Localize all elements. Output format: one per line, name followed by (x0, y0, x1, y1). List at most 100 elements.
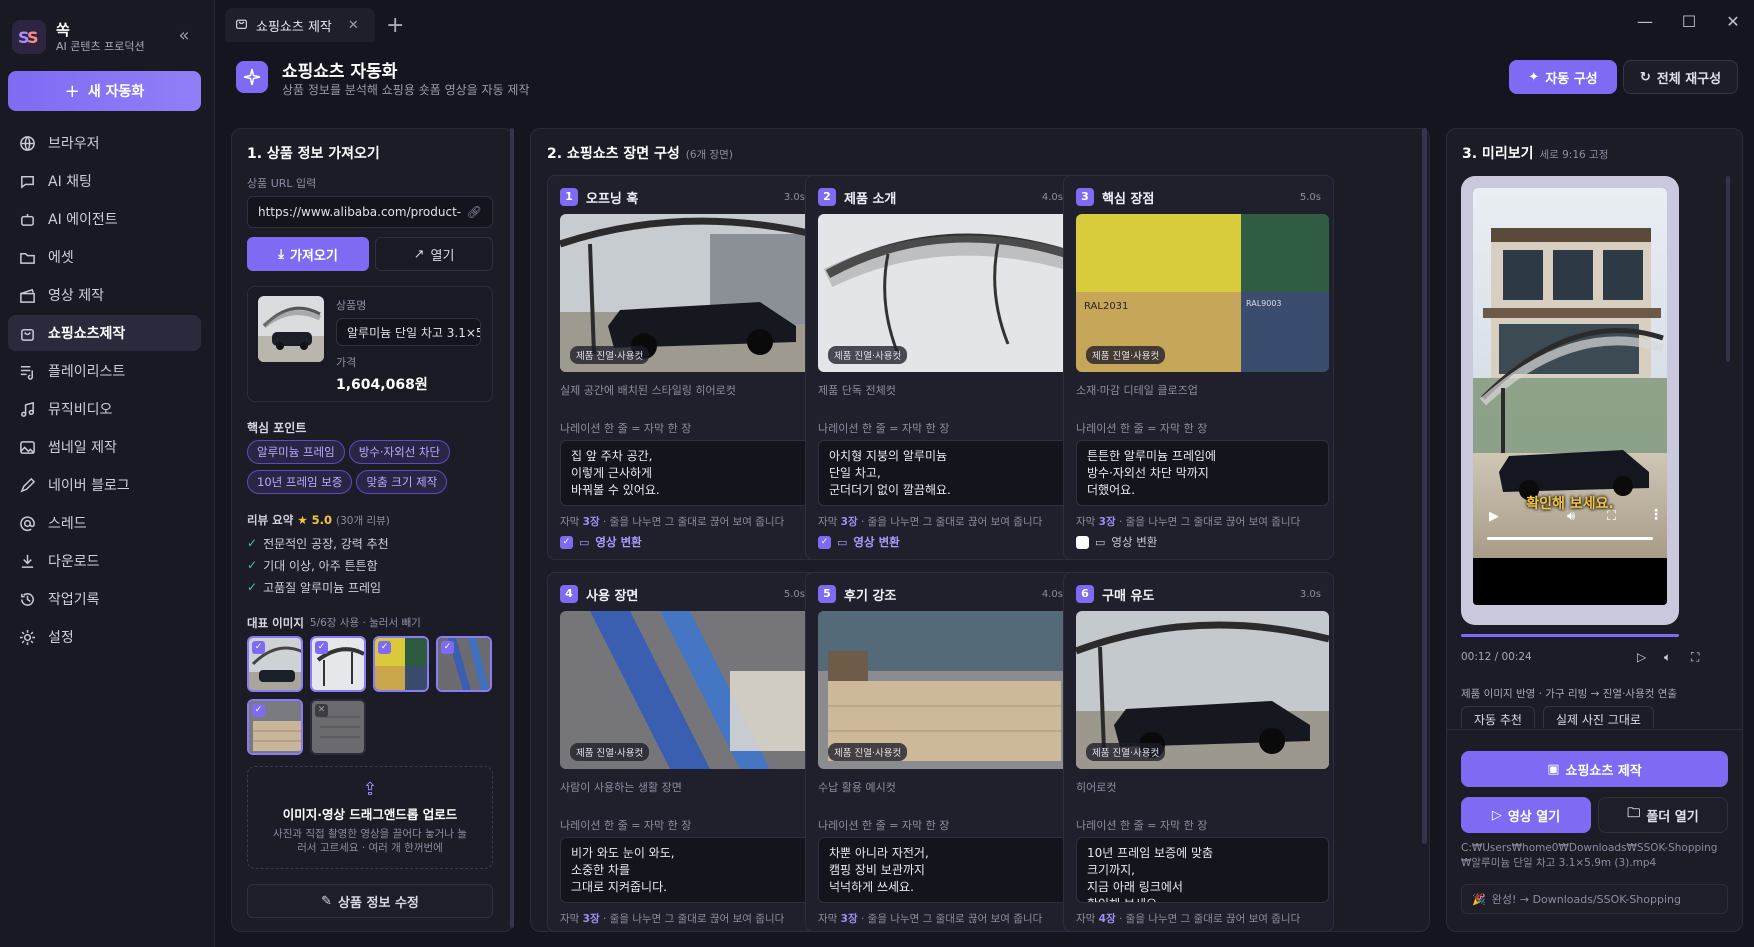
key-point-chip[interactable]: 방수·자외선 차단 (348, 440, 451, 464)
image-thumbnail[interactable]: ✓ (247, 699, 303, 755)
narration-textarea[interactable]: 집 앞 주차 공간, 이렇게 근사하게 바꿔볼 수 있어요. (560, 440, 813, 506)
key-point-chip[interactable]: 알루미늄 프레임 (247, 440, 345, 464)
scene-header: 5 후기 강조 4.0s (818, 585, 1063, 604)
hint-prefix: 자막 (560, 516, 580, 528)
sidebar-item[interactable]: 뮤직비디오 (8, 391, 201, 427)
fullscreen-icon[interactable]: ⛶ (1691, 650, 1699, 665)
render-option-pill[interactable]: 실제 사진 그대로 (1542, 706, 1654, 728)
sidebar-item[interactable]: 브라우저 (8, 125, 201, 161)
tab-shopping-shorts[interactable]: 쇼핑쇼츠 제작 ✕ (225, 8, 375, 42)
maximize-icon[interactable]: ☐ (1678, 12, 1700, 34)
panel3-title: 3. 미리보기 (1462, 146, 1534, 162)
panel3-scrollbar[interactable] (1726, 176, 1730, 362)
narration-textarea[interactable]: 튼튼한 알루미늄 프레임에 방수·자외선 차단 막까지 더했어요. (1076, 440, 1329, 506)
more-icon[interactable]: ⋮ (1649, 507, 1663, 523)
sidebar-item[interactable]: 설정 (8, 619, 201, 655)
refresh-icon: ↻ (1639, 69, 1651, 85)
video-convert-toggle[interactable]: ✓ ▭ 영상 변환 (818, 534, 900, 550)
checkbox-checked-icon[interactable]: ✓ (560, 535, 573, 549)
minimize-icon[interactable]: — (1634, 12, 1656, 34)
playback-progress[interactable] (1461, 634, 1679, 637)
video-convert-toggle[interactable]: ✓ ▭ 영상 변환 (560, 534, 642, 550)
narration-textarea[interactable]: 10년 프레임 보증에 맞춤 크기까지, 지금 아래 링크에서 확인해 보세요. (1076, 837, 1329, 903)
scene-header: 2 제품 소개 4.0s (818, 188, 1063, 207)
sidebar-item[interactable]: 영상 제작 (8, 277, 201, 313)
key-point-chip[interactable]: 10년 프레임 보증 (247, 470, 353, 494)
make-shorts-button[interactable]: ▣ 쇼핑쇼츠 제작 (1461, 751, 1728, 787)
render-option-pill[interactable]: 자동 추천 (1461, 706, 1535, 728)
panel1-scrollbar[interactable] (510, 128, 514, 928)
image-thumbnail[interactable]: ✓ (436, 636, 492, 692)
auto-compose-button[interactable]: ✦ 자동 구성 (1509, 60, 1617, 94)
scene-image[interactable]: 제품 진열·사용컷 (560, 611, 813, 769)
play-icon[interactable]: ▷ (1637, 650, 1646, 664)
checkbox-empty-icon[interactable] (1076, 535, 1089, 549)
new-tab-icon[interactable]: + (386, 13, 404, 38)
sidebar-item-label: AI 에이전트 (48, 212, 118, 228)
scene-image[interactable]: 제품 진열·사용컷 (560, 214, 813, 372)
sidebar-item[interactable]: AI 에이전트 (8, 201, 201, 237)
open-link-button[interactable]: ↗ 열기 (375, 237, 493, 271)
sidebar-item[interactable]: 스레드 (8, 505, 201, 541)
narration-textarea[interactable]: 아치형 지붕의 알루미늄 단일 차고, 군더더기 없이 깔끔해요. (818, 440, 1071, 506)
scene-image[interactable]: RAL2031 RAL9003 제품 진열·사용컷 (1076, 214, 1329, 372)
scene-image[interactable]: 제품 진열·사용컷 (1076, 611, 1329, 769)
product-name-input[interactable]: 알루미늄 단일 차고 3.1×5 (336, 318, 481, 346)
sidebar-item[interactable]: 썸네일 제작 (8, 429, 201, 465)
narration-textarea[interactable]: 차뿐 아니라 자전거, 캠핑 장비 보관까지 넉넉하게 쓰세요. (818, 837, 1071, 903)
fetch-button[interactable]: ⤓ 가져오기 (247, 237, 369, 271)
tab-close-icon[interactable]: ✕ (348, 18, 359, 33)
image-thumbnail[interactable]: ✓ (247, 636, 303, 692)
image-thumbnail[interactable]: ✓ (310, 636, 366, 692)
app-subtitle: AI 콘텐츠 프로덕션 (56, 40, 145, 53)
narration-textarea[interactable]: 비가 와도 눈이 와도, 소중한 차를 그대로 지켜줍니다. (560, 837, 813, 903)
sidebar-item[interactable]: 에셋 (8, 239, 201, 275)
upload-dropzone[interactable]: ⇪ 이미지·영상 드래그앤드롭 업로드 사진과 직접 촬영한 영상을 끌어다 놓… (247, 766, 493, 869)
open-video-button[interactable]: ▷ 영상 열기 (1461, 797, 1591, 833)
sidebar-item-label: 에셋 (48, 250, 74, 266)
representative-images: ✓ ✓ ✓ ✓ ✓ ✕ (247, 636, 497, 755)
at-icon (18, 514, 36, 532)
checkbox-checked-icon[interactable]: ✓ (818, 535, 831, 549)
scene-image[interactable]: 제품 진열·사용컷 (818, 611, 1071, 769)
completion-text: 완성! → Downloads/SSOK-Shopping (1491, 893, 1681, 906)
points-label: 핵심 포인트 (247, 421, 307, 435)
sidebar-item[interactable]: 다운로드 (8, 543, 201, 579)
panel2-header: 2. 쇼핑쇼츠 장면 구성 (6개 장면) (547, 143, 733, 163)
reconfigure-all-button[interactable]: ↻ 전체 재구성 (1623, 60, 1738, 94)
volume-icon[interactable]: 🔊︎ (1567, 509, 1575, 524)
chat-icon (18, 172, 36, 190)
key-points: 알루미늄 프레임 방수·자외선 차단 10년 프레임 보증 맞춤 크기 제작 (247, 440, 493, 500)
video-convert-toggle[interactable]: ▭ 영상 변환 (1076, 534, 1157, 550)
hint-text: · 줄을 나누면 그 줄대로 끊어 보여 줍니다 (602, 516, 785, 528)
new-automation-button[interactable]: + 새 자동화 (8, 71, 201, 111)
svg-text:RAL9003: RAL9003 (1246, 299, 1282, 308)
sidebar-item[interactable]: 네이버 블로그 (8, 467, 201, 503)
open-folder-button[interactable]: 🗀︎ 폴더 열기 (1598, 797, 1728, 833)
narration-label: 나레이션 한 줄 = 자막 한 장 (1076, 422, 1208, 435)
sidebar-item[interactable]: AI 채팅 (8, 163, 201, 199)
pen-icon (18, 476, 36, 494)
scene-header: 1 오프닝 훅 3.0s (560, 188, 805, 207)
seek-bar[interactable] (1487, 537, 1653, 540)
image-thumbnail[interactable]: ✓ (373, 636, 429, 692)
sidebar-item[interactable]: 플레이리스트 (8, 353, 201, 389)
close-window-icon[interactable]: ✕ (1722, 12, 1744, 34)
edit-product-button[interactable]: ✎ 상품 정보 수정 (247, 884, 493, 918)
url-input[interactable]: https://www.alibaba.com/product-detai 🔗︎ (247, 196, 493, 228)
volume-icon[interactable]: 🔈︎ (1664, 650, 1671, 665)
image-thumbnail-excluded[interactable]: ✕ (310, 699, 366, 755)
narration-label: 나레이션 한 줄 = 자막 한 장 (1076, 819, 1208, 832)
key-point-chip[interactable]: 맞춤 크기 제작 (356, 470, 448, 494)
scene-image[interactable]: 제품 진열·사용컷 (818, 214, 1071, 372)
check-icon: ✓ (247, 558, 258, 572)
play-icon[interactable]: ▶ (1489, 509, 1499, 524)
panel2-scrollbar[interactable] (1422, 128, 1427, 844)
fullscreen-icon[interactable]: ⛶ (1607, 509, 1616, 524)
video-player[interactable]: 확인해 보세요. ▶ 🔊︎ ⛶ ⋮ (1473, 188, 1667, 605)
download-icon (18, 552, 36, 570)
price-label: 가격 (336, 356, 357, 369)
sidebar-item[interactable]: 작업기록 (8, 581, 201, 617)
collapse-sidebar-icon[interactable]: « (174, 27, 194, 46)
sidebar-item[interactable]: 쇼핑쇼츠제작 (8, 315, 201, 351)
